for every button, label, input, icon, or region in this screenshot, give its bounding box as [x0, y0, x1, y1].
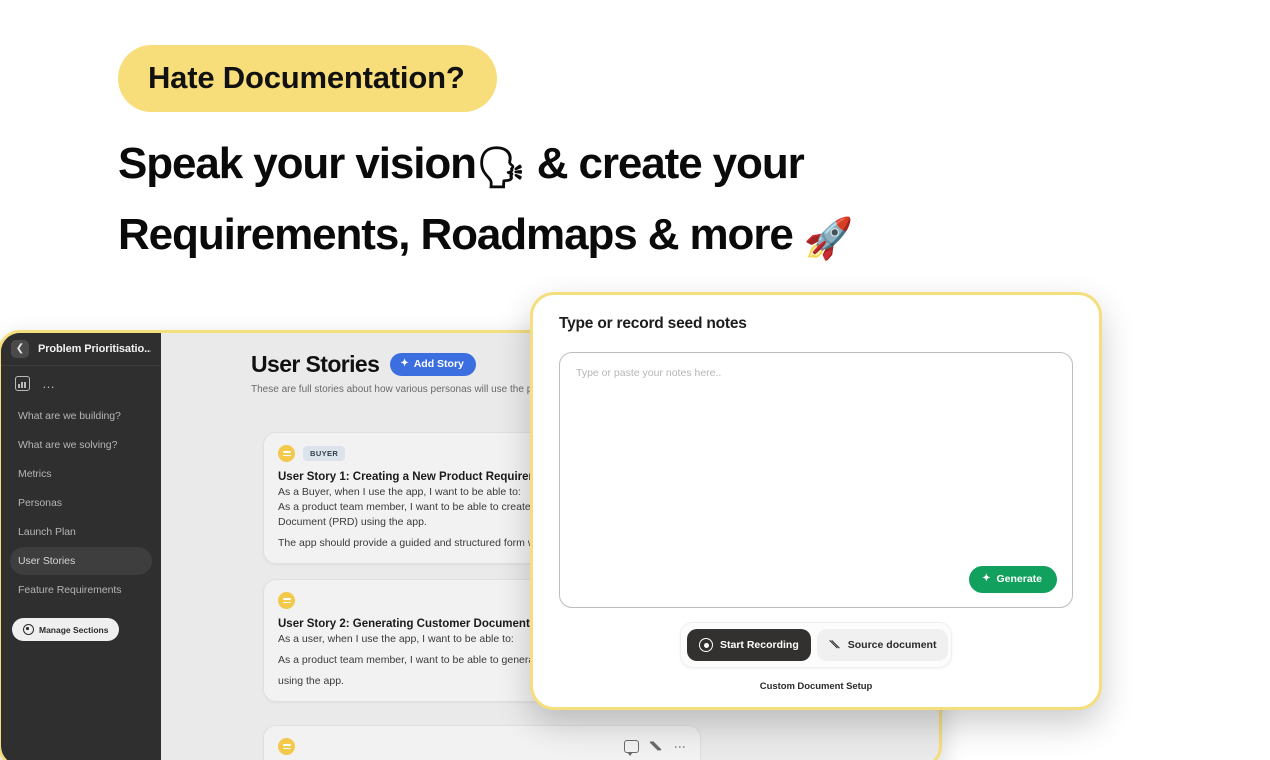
- sidebar-item-what-are-we-solving[interactable]: What are we solving?: [10, 431, 152, 459]
- modal-footer-label: Custom Document Setup: [759, 681, 873, 692]
- sidebar: ❮ Problem Prioritisatio... … What are we…: [1, 333, 161, 760]
- manage-sections-wrap: Manage Sections: [1, 604, 161, 641]
- pencil-document-icon: [829, 639, 841, 651]
- gear-icon: [23, 624, 34, 635]
- user-story-card-3[interactable]: ⋮: [263, 725, 701, 760]
- manage-sections-button[interactable]: Manage Sections: [12, 618, 120, 641]
- page-title: User Stories: [251, 351, 380, 377]
- sidebar-item-metrics[interactable]: Metrics: [10, 460, 152, 488]
- notes-placeholder: Type or paste your notes here..: [576, 367, 722, 379]
- hero-badge: Hate Documentation?: [118, 45, 497, 112]
- sidebar-nav-list: What are we building? What are we solvin…: [1, 397, 161, 604]
- source-document-button[interactable]: Source document: [816, 629, 949, 661]
- more-horizontal-icon[interactable]: …: [42, 377, 56, 390]
- record-dot-icon: [699, 638, 713, 652]
- story-handle-icon: [278, 445, 295, 462]
- card-actions: ⋮: [624, 740, 687, 756]
- source-document-label: Source document: [847, 639, 937, 651]
- sidebar-item-feature-requirements[interactable]: Feature Requirements: [10, 576, 152, 604]
- rocket-emoji: 🚀: [803, 217, 854, 261]
- story-handle-icon: [278, 592, 295, 609]
- comment-icon[interactable]: [624, 740, 639, 756]
- notes-textarea[interactable]: Type or paste your notes here.. ✦ Genera…: [559, 352, 1073, 608]
- input-mode-switcher: Start Recording Source document: [680, 622, 952, 668]
- card-header: ⋮: [278, 738, 687, 756]
- sidebar-item-personas[interactable]: Personas: [10, 489, 152, 517]
- hero-headline-line-2: Requirements, Roadmaps & more 🚀: [118, 210, 854, 261]
- persona-badge: BUYER: [303, 446, 346, 461]
- hero-headline-part-3: Requirements, Roadmaps & more: [118, 210, 804, 259]
- manage-sections-label: Manage Sections: [39, 624, 109, 635]
- story-handle-icon: [278, 738, 295, 755]
- seed-notes-modal: Type or record seed notes Type or paste …: [530, 292, 1102, 710]
- generate-button[interactable]: ✦ Generate: [969, 566, 1057, 593]
- sidebar-toolbar: …: [1, 366, 161, 397]
- sidebar-item-user-stories[interactable]: User Stories: [10, 547, 152, 575]
- page-root: Hate Documentation? Speak your vision🗣 &…: [0, 0, 1270, 760]
- sidebar-item-what-are-we-building[interactable]: What are we building?: [10, 402, 152, 430]
- more-vertical-icon[interactable]: ⋮: [673, 741, 687, 753]
- sidebar-header: ❮ Problem Prioritisatio...: [1, 333, 161, 366]
- modal-title: Type or record seed notes: [559, 315, 747, 332]
- start-recording-label: Start Recording: [720, 639, 799, 651]
- sparkle-icon: ✦: [982, 573, 991, 584]
- generate-label: Generate: [996, 573, 1042, 585]
- start-recording-button[interactable]: Start Recording: [687, 629, 811, 661]
- hero-headline-part-1: Speak your vision: [118, 139, 477, 188]
- add-story-button[interactable]: ✦ Add Story: [390, 353, 476, 376]
- project-title: Problem Prioritisatio...: [38, 343, 151, 355]
- hero-headline-line-1: Speak your vision🗣 & create your: [118, 139, 805, 190]
- speaking-head-emoji: 🗣: [475, 146, 527, 190]
- chart-icon[interactable]: [15, 376, 30, 391]
- magic-wand-icon: ✦: [400, 358, 409, 369]
- add-story-label: Add Story: [413, 358, 464, 370]
- edit-pencil-icon[interactable]: [650, 740, 663, 753]
- back-chevron-icon[interactable]: ❮: [11, 340, 29, 358]
- sidebar-item-launch-plan[interactable]: Launch Plan: [10, 518, 152, 546]
- hero-headline-part-2: & create your: [525, 139, 805, 188]
